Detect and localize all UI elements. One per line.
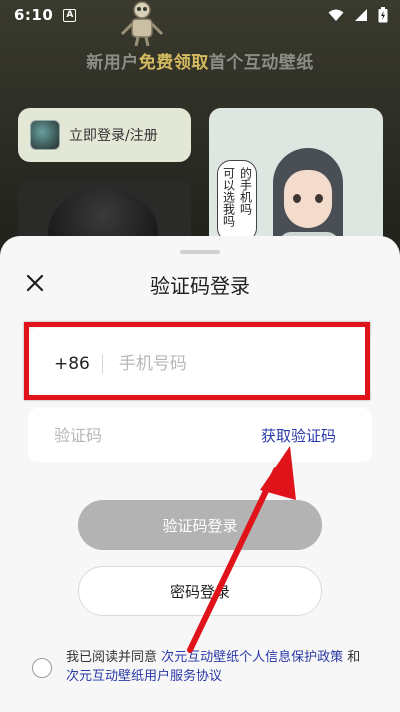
login-register-card[interactable]: 立即登录/注册 — [18, 108, 191, 162]
agreement-text: 我已阅读并同意 次元互动壁纸个人信息保护政策 和 次元互动壁纸用户服务协议 — [66, 648, 372, 686]
country-code-divider — [101, 354, 103, 374]
wifi-icon — [328, 9, 344, 21]
agreement-row: 我已阅读并同意 次元互动壁纸个人信息保护政策 和 次元互动壁纸用户服务协议 — [32, 648, 372, 686]
avatar — [30, 120, 60, 150]
phone-field-row[interactable]: +86 — [28, 328, 372, 400]
banner-highlight: 免费领取 — [138, 53, 209, 73]
phone-input[interactable] — [118, 354, 339, 374]
get-code-link[interactable]: 获取验证码 — [261, 425, 336, 446]
status-time: 6:10 — [14, 6, 54, 24]
privacy-policy-link[interactable]: 次元互动壁纸个人信息保护政策 — [161, 650, 343, 665]
signal-icon — [355, 9, 367, 21]
sheet-title: 验证码登录 — [150, 274, 250, 298]
speech-bubble-column-left: 可以选我吗 — [221, 167, 236, 227]
agreement-connector: 和 — [343, 650, 361, 665]
verification-code-input[interactable] — [54, 425, 224, 445]
speech-bubble-column-right: 的手机吗 — [238, 167, 253, 215]
sheet-grabber[interactable] — [180, 250, 220, 254]
banner-prefix: 新用户 — [86, 53, 139, 73]
terms-of-service-link[interactable]: 次元互动壁纸用户服务协议 — [66, 669, 222, 684]
character-eye-left — [293, 194, 301, 203]
character-eye-right — [315, 194, 323, 203]
code-field-row[interactable]: 获取验证码 — [28, 408, 372, 462]
agreement-prefix: 我已阅读并同意 — [66, 650, 162, 665]
agreement-checkbox[interactable] — [32, 658, 52, 678]
login-bottom-sheet: 验证码登录 +86 获取验证码 验证码登录 密码登录 我已阅读并同意 次元互动壁… — [0, 236, 400, 712]
password-login-button[interactable]: 密码登录 — [78, 566, 322, 616]
banner-suffix: 首个互动壁纸 — [208, 53, 314, 73]
notification-icon: A — [63, 8, 77, 22]
country-code[interactable]: +86 — [54, 354, 90, 374]
robot-illustration — [120, 1, 164, 46]
login-card-label: 立即登录/注册 — [69, 128, 158, 144]
status-icons — [328, 7, 388, 23]
speech-bubble: 可以选我吗 的手机吗 — [217, 160, 257, 242]
code-login-button[interactable]: 验证码登录 — [78, 500, 322, 550]
promo-banner: 新用户免费领取首个互动壁纸 — [0, 48, 400, 73]
character-face — [284, 170, 332, 228]
status-bar: 6:10 A — [0, 0, 400, 30]
battery-charging-icon — [378, 7, 388, 23]
